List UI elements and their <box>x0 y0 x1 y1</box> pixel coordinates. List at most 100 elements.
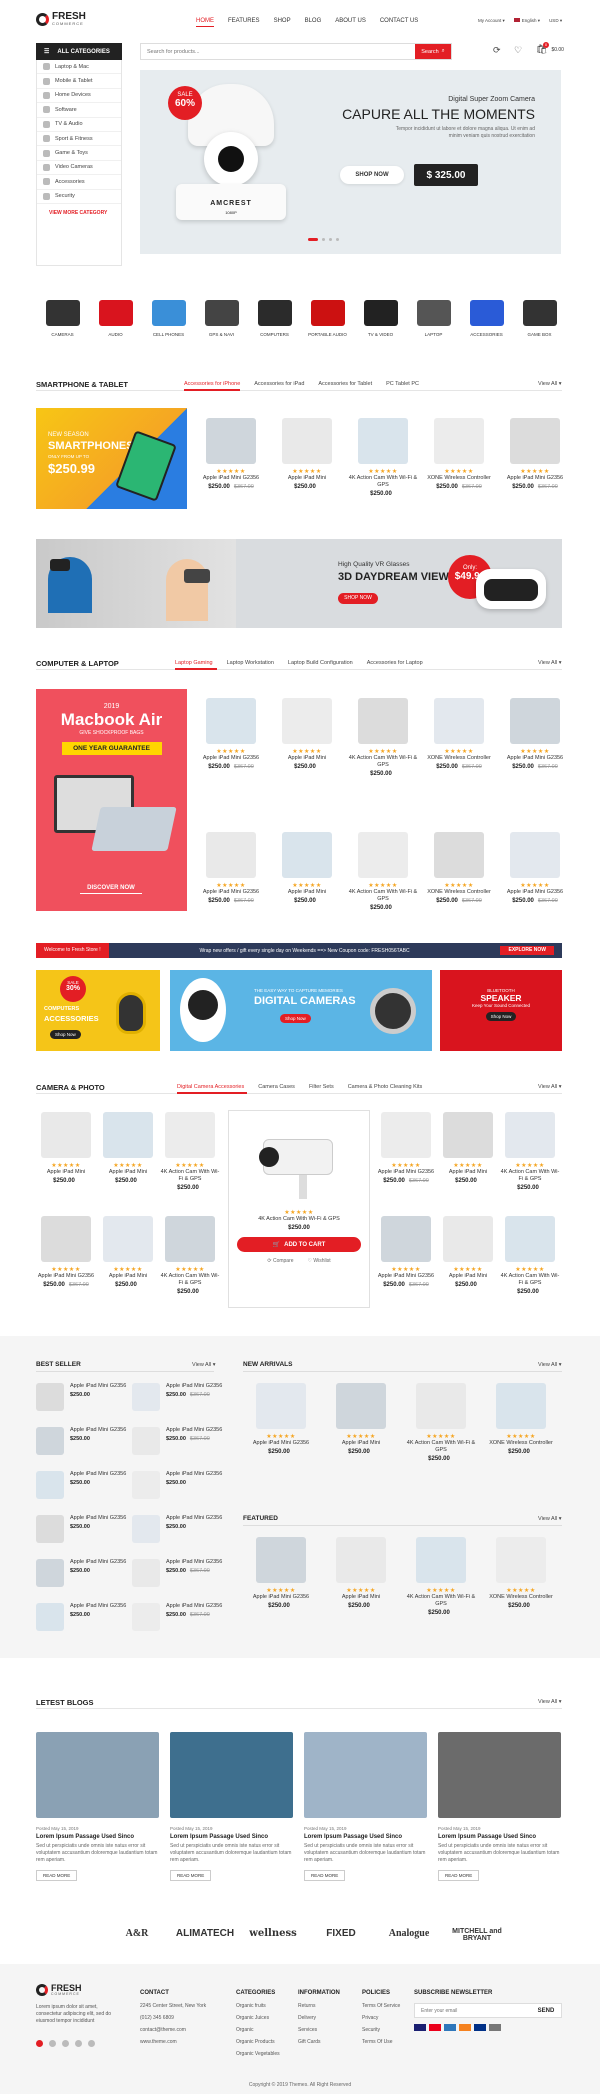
product-card[interactable]: ★★★★★ 4K Action Cam With Wi-Fi & GPS $250.… <box>347 832 419 911</box>
product-card[interactable]: ★★★★★ 4K Action Cam With Wi-Fi & GPS $250.… <box>500 1216 560 1295</box>
footer-link[interactable]: Organic Vegetables <box>236 2051 280 2057</box>
product-card[interactable]: ★★★★★ XONE Wireless Controller $250.00 <box>483 1383 559 1455</box>
view-more-category[interactable]: VIEW MORE CATEGORY <box>37 204 121 216</box>
read-more-button[interactable]: READ MORE <box>438 1870 480 1881</box>
product-card[interactable]: ★★★★★ Apple iPad Mini G2356 $250.00 $367.00 <box>195 698 267 770</box>
discover-now-button[interactable]: DISCOVER NOW <box>80 885 142 894</box>
sidebar-item[interactable]: Mobile & Tablet <box>37 74 121 89</box>
smartphone-view-all[interactable]: View All ▾ <box>538 381 561 387</box>
bestseller-item[interactable]: Apple iPad Mini G2356 $250.00 <box>132 1515 224 1553</box>
product-card[interactable]: ★★★★★ XONE Wireless Controller $250.00 $367… <box>423 698 495 770</box>
category-item[interactable]: GAME BOX <box>513 300 566 337</box>
category-item[interactable]: COMPUTERS <box>248 300 301 337</box>
category-item[interactable]: PORTABLE AUDIO <box>301 300 354 337</box>
product-card[interactable]: ★★★★★ Apple iPad Mini $250.00 <box>271 418 343 490</box>
tab-laptop-workstation[interactable]: Laptop Workstation <box>227 660 274 666</box>
bestseller-item[interactable]: Apple iPad Mini G2356 $250.00 <box>36 1383 128 1421</box>
footer-link[interactable]: Organic fruits <box>236 2003 280 2009</box>
blog-post[interactable]: Posted May 15, 2019 Lorem Ipsum Passage U… <box>36 1732 159 1881</box>
read-more-button[interactable]: READ MORE <box>304 1870 346 1881</box>
footer-link[interactable]: Privacy <box>362 2015 400 2021</box>
macbook-banner[interactable]: 2019 Macbook Air GIVE SHOCKPROOF BAGS ON… <box>36 689 187 911</box>
product-card[interactable]: ★★★★★ Apple iPad Mini G2356 $250.00 <box>243 1383 319 1455</box>
tab-accessories-iphone[interactable]: Accessories for iPhone <box>184 381 240 387</box>
product-card[interactable]: ★★★★★ Apple iPad Mini G2356 $250.00 $367.00 <box>195 832 267 904</box>
tab-filter-sets[interactable]: Filter Sets <box>309 1084 334 1090</box>
product-card[interactable]: ★★★★★ Apple iPad Mini $250.00 <box>438 1112 498 1184</box>
bestseller-item[interactable]: Apple iPad Mini G2356 $250.00 $367.00 <box>132 1603 224 1641</box>
newsletter-send-button[interactable]: SEND <box>531 2004 561 2017</box>
vr-banner[interactable]: High Quality VR Glasses 3D DAYDREAM VIEW… <box>36 539 562 628</box>
category-item[interactable]: LAPTOP <box>407 300 460 337</box>
camera-view-all[interactable]: View All ▾ <box>538 1084 561 1090</box>
product-card[interactable]: ★★★★★ Apple iPad Mini G2356 $250.00 $367.00 <box>499 832 571 904</box>
twitter-icon[interactable] <box>49 2040 56 2047</box>
product-card[interactable]: ★★★★★ Apple iPad Mini G2356 $250.00 <box>243 1537 319 1609</box>
blogs-view-all[interactable]: View All ▾ <box>538 1699 561 1705</box>
footer-link[interactable]: Organic Juices <box>236 2015 280 2021</box>
bestseller-item[interactable]: Apple iPad Mini G2356 $250.00 $367.00 <box>132 1427 224 1465</box>
brand-logo[interactable]: wellness <box>240 1928 306 1939</box>
tab-laptop-build[interactable]: Laptop Build Configuration <box>288 660 353 666</box>
product-card[interactable]: ★★★★★ Apple iPad Mini G2356 $250.00 $367.00 <box>36 1216 96 1288</box>
account-link[interactable]: My Account ▾ <box>478 18 505 24</box>
read-more-button[interactable]: READ MORE <box>36 1870 78 1881</box>
compare-link[interactable]: ⟳ Compare <box>267 1258 293 1264</box>
brand-logo[interactable]: ALIMATECH <box>172 1928 238 1939</box>
brand-logo[interactable]: Analogue <box>376 1928 442 1939</box>
product-card[interactable]: ★★★★★ Apple iPad Mini G2356 $250.00 $367.00 <box>376 1216 436 1288</box>
product-card[interactable]: ★★★★★ 4K Action Cam With Wi-Fi & GPS $250.… <box>347 698 419 777</box>
product-card[interactable]: ★★★★★ Apple iPad Mini $250.00 <box>323 1383 399 1455</box>
product-card[interactable]: ★★★★★ 4K Action Cam With Wi-Fi & GPS $250.… <box>500 1112 560 1191</box>
tab-accessories-tablet[interactable]: Accessories for Tablet <box>318 381 372 387</box>
product-card[interactable]: ★★★★★ XONE Wireless Controller $250.00 <box>483 1537 559 1609</box>
currency-select[interactable]: USD ▾ <box>549 18 562 24</box>
nav-about[interactable]: ABOUT US <box>335 18 366 27</box>
bestseller-item[interactable]: Apple iPad Mini G2356 $250.00 <box>36 1559 128 1597</box>
product-card[interactable]: ★★★★★ Apple iPad Mini $250.00 <box>98 1216 158 1288</box>
product-card[interactable]: ★★★★★ Apple iPad Mini G2356 $250.00 $367.00 <box>499 698 571 770</box>
tab-camera-cases[interactable]: Camera Cases <box>258 1084 295 1090</box>
footer-link[interactable]: Security <box>362 2027 400 2033</box>
cart[interactable]: 🛍 0 $0.00 <box>536 42 564 55</box>
product-card[interactable]: ★★★★★ XONE Wireless Controller $250.00 $367… <box>423 418 495 490</box>
sidebar-item[interactable]: Software <box>37 103 121 118</box>
blog-post[interactable]: Posted May 15, 2019 Lorem Ipsum Passage U… <box>304 1732 427 1881</box>
search-input[interactable] <box>141 44 415 59</box>
footer-link[interactable]: Organic Products <box>236 2039 280 2045</box>
bestseller-item[interactable]: Apple iPad Mini G2356 $250.00 <box>36 1471 128 1509</box>
bestseller-item[interactable]: Apple iPad Mini G2356 $250.00 $367.00 <box>132 1383 224 1421</box>
sidebar-item[interactable]: Accessories <box>37 175 121 190</box>
featured-view-all[interactable]: View All ▾ <box>538 1516 561 1522</box>
smartphone-banner[interactable]: NEW SEASON SMARTPHONES ONLY FROM UP TO $… <box>36 408 187 509</box>
product-card[interactable]: ★★★★★ XONE Wireless Controller $250.00 $367… <box>423 832 495 904</box>
category-item[interactable]: ACCESSORIES <box>460 300 513 337</box>
tab-accessories-ipad[interactable]: Accessories for iPad <box>254 381 304 387</box>
footer-link[interactable]: Gift Cards <box>298 2039 340 2045</box>
category-item[interactable]: CAMERAS <box>36 300 89 337</box>
tab-cleaning-kits[interactable]: Camera & Photo Cleaning Kits <box>348 1084 423 1090</box>
nav-contact[interactable]: CONTACT US <box>380 18 418 27</box>
instagram-icon[interactable] <box>75 2040 82 2047</box>
compare-icon[interactable]: ⟳ <box>493 45 501 56</box>
category-item[interactable]: CELL PHONES <box>142 300 195 337</box>
slider-dots[interactable] <box>308 238 339 241</box>
footer-link[interactable]: Terms Of Service <box>362 2003 400 2009</box>
tab-laptop-gaming[interactable]: Laptop Gaming <box>175 660 213 666</box>
product-card[interactable]: ★★★★★ Apple iPad Mini $250.00 <box>271 698 343 770</box>
sidebar-item[interactable]: TV & Audio <box>37 118 121 132</box>
hero-shop-button[interactable]: SHOP NOW <box>340 166 404 184</box>
speaker-banner[interactable]: BLUETOOTH SPEAKER Keep Your Sound Connec… <box>440 970 562 1051</box>
category-item[interactable]: GPS & NAVI <box>195 300 248 337</box>
bestseller-item[interactable]: Apple iPad Mini G2356 $250.00 <box>36 1515 128 1553</box>
google-icon[interactable] <box>62 2040 69 2047</box>
product-card[interactable]: ★★★★★ 4K Action Cam With Wi-Fi & GPS $250.… <box>403 1383 479 1462</box>
digital-cameras-banner[interactable]: THE EASY WAY TO CAPTURE MEMORIES DIGITAL… <box>170 970 432 1051</box>
product-card[interactable]: ★★★★★ Apple iPad Mini G2356 $250.00 $367.00 <box>499 418 571 490</box>
product-card[interactable]: ★★★★★ 4K Action Cam With Wi-Fi & GPS $250.… <box>160 1216 220 1295</box>
add-to-cart-button[interactable]: 🛒 ADD TO CART <box>237 1237 361 1252</box>
product-card[interactable]: ★★★★★ Apple iPad Mini G2356 $250.00 $367.00 <box>376 1112 436 1184</box>
computer-view-all[interactable]: View All ▾ <box>538 660 561 666</box>
sidebar-item[interactable]: Video Cameras <box>37 161 121 176</box>
brand-logo[interactable]: FIXED <box>308 1928 374 1939</box>
